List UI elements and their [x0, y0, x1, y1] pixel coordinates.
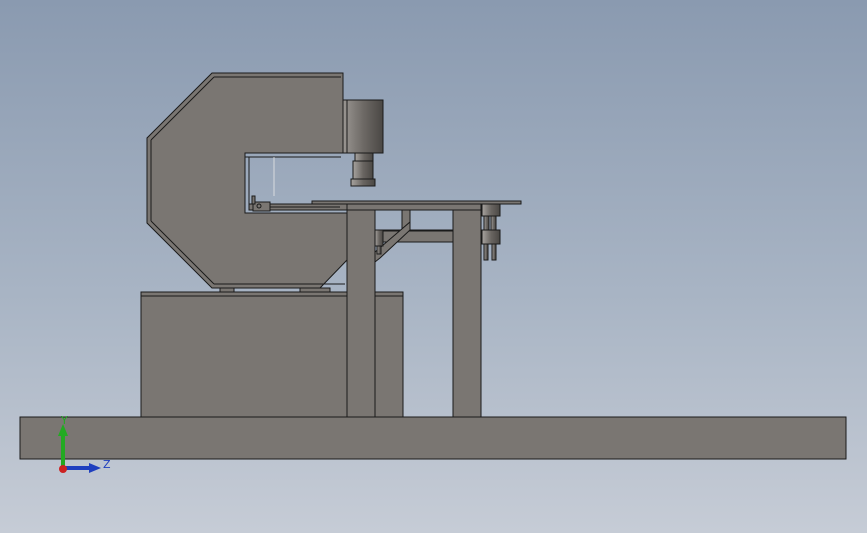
- side-cylinder-left[interactable]: [374, 229, 384, 247]
- side-cylinder-left-cap: [376, 245, 382, 255]
- z-axis-arrow-icon: [89, 463, 101, 473]
- side-cylinder-right-1[interactable]: [483, 215, 490, 231]
- base-plate[interactable]: [19, 416, 847, 460]
- table-upper-rail: [374, 209, 454, 231]
- side-cylinder-right-3[interactable]: [481, 229, 501, 245]
- table-leg-rear[interactable]: [452, 209, 482, 418]
- x-axis-origin-icon: [59, 465, 67, 473]
- clamp-block[interactable]: [252, 201, 271, 212]
- ram-rod[interactable]: [354, 152, 374, 162]
- punch-holder[interactable]: [352, 160, 374, 180]
- side-cylinder-right-2[interactable]: [490, 215, 497, 231]
- side-cylinder-right-rod1: [483, 243, 489, 261]
- side-cylinder-right-top[interactable]: [481, 203, 501, 217]
- clamp-stud: [251, 195, 256, 205]
- table-top-beam[interactable]: [346, 203, 482, 211]
- frame-foot-left: [219, 287, 235, 293]
- c-frame[interactable]: [146, 72, 348, 289]
- y-axis-label: Y: [60, 414, 68, 427]
- side-cylinder-right-rod2: [491, 243, 497, 261]
- table-leg-front[interactable]: [346, 209, 376, 418]
- punch-tip[interactable]: [350, 178, 376, 187]
- z-axis-label: Z: [103, 458, 111, 471]
- graphics-viewport[interactable]: Y Z: [0, 0, 867, 533]
- frame-foot-right: [299, 287, 331, 293]
- hydraulic-cylinder[interactable]: [342, 99, 384, 154]
- model-view[interactable]: Y Z: [0, 0, 867, 533]
